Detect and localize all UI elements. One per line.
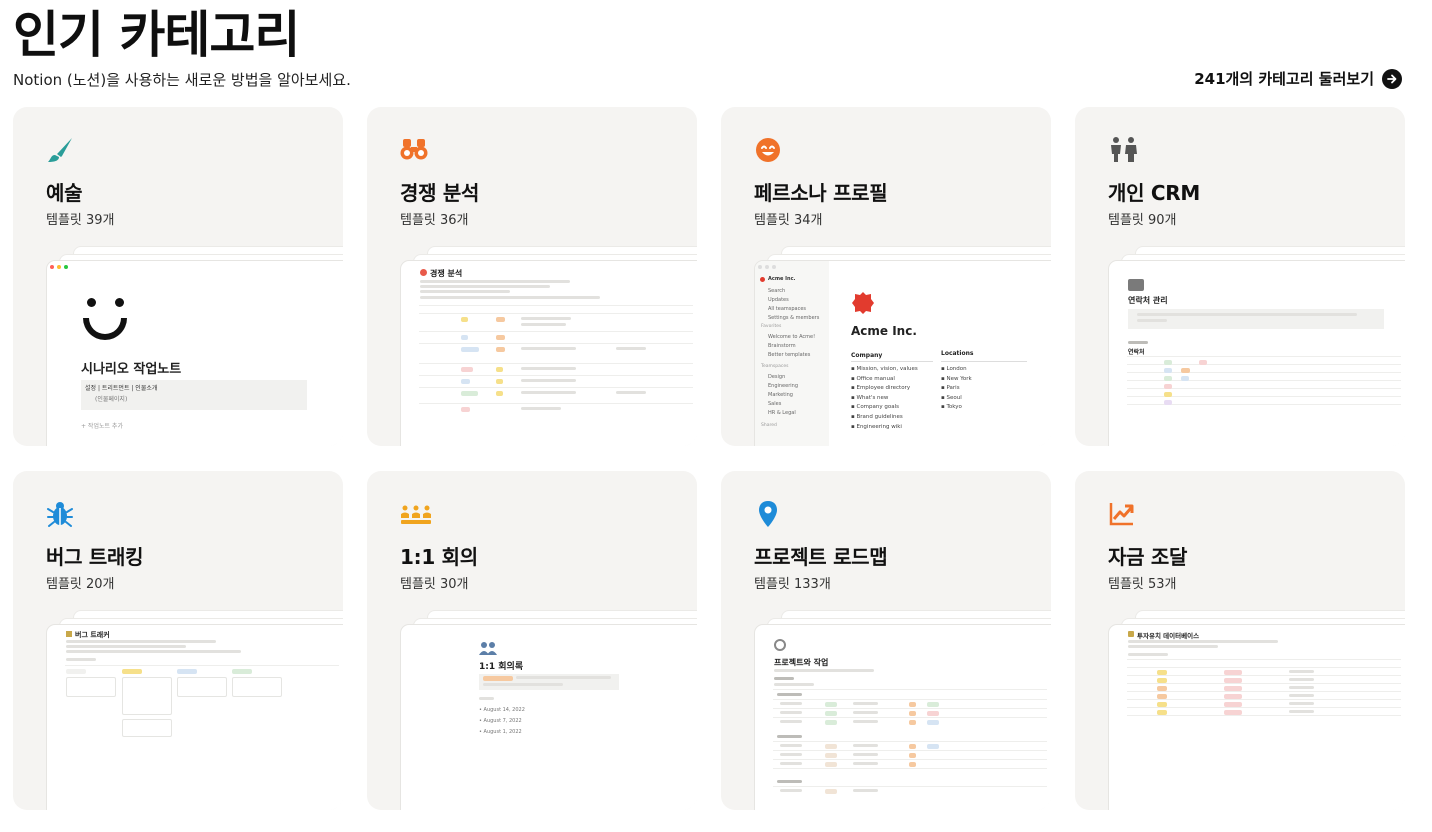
preview-heading: 시나리오 작업노트 <box>81 362 182 377</box>
list-item: Brainstorm <box>768 343 796 349</box>
list-item: Settings & members <box>768 315 820 321</box>
list-item: ▪ Company goals <box>851 404 900 411</box>
list-item: ▪ Engineering wiki <box>851 423 902 430</box>
list-item: All teamspaces <box>768 306 807 312</box>
template-preview: 투자유치 데이터베이스 <box>1108 624 1405 810</box>
card-title: 페르소나 프로필 <box>754 181 888 205</box>
category-card-competitive-analysis[interactable]: 경쟁 분석 템플릿 36개 경쟁 분석 <box>367 107 697 446</box>
bug-icon <box>46 500 74 528</box>
list-item: ▪ Brand guidelines <box>851 413 903 420</box>
category-card-one-on-one[interactable]: 1:1 회의 템플릿 30개 1:1 회의록 • August 14, 2022… <box>367 471 697 810</box>
list-item: Updates <box>768 297 789 303</box>
category-card-art[interactable]: 예술 템플릿 39개 시나리오 작업노트 설정 | 트리트먼트 | 인물소개 (… <box>13 107 343 446</box>
category-card-personal-crm[interactable]: 개인 CRM 템플릿 90개 연락처 관리 연락처 <box>1075 107 1405 446</box>
list-item: ▪ Seoul <box>941 394 962 401</box>
list-item: Engineering <box>768 383 798 389</box>
category-card-fundraising[interactable]: 자금 조달 템플릿 53개 투자유치 데이터베이스 <box>1075 471 1405 810</box>
card-title: 예술 <box>46 181 83 205</box>
card-title: 자금 조달 <box>1108 545 1188 569</box>
template-preview: 버그 트래커 <box>46 624 343 810</box>
card-title: 개인 CRM <box>1108 181 1200 205</box>
category-grid: 예술 템플릿 39개 시나리오 작업노트 설정 | 트리트먼트 | 인물소개 (… <box>13 107 1405 810</box>
card-template-count: 템플릿 36개 <box>400 213 469 228</box>
arrow-right-icon <box>1382 68 1402 89</box>
list-item: Search <box>768 288 786 294</box>
group-icon <box>400 500 431 528</box>
card-template-count: 템플릿 90개 <box>1108 213 1177 228</box>
page-subtitle: Notion (노션)을 사용하는 새로운 방법을 알아보세요. <box>13 71 351 89</box>
list-item: HR & Legal <box>768 410 796 416</box>
card-title: 프로젝트 로드맵 <box>754 545 888 569</box>
card-template-count: 템플릿 20개 <box>46 577 115 592</box>
list-item: Better templates <box>768 352 811 358</box>
card-template-count: 템플릿 30개 <box>400 577 469 592</box>
list-item: ▪ Employee directory <box>851 385 911 392</box>
people-icon <box>1108 136 1137 164</box>
chart-up-icon <box>1108 500 1136 528</box>
smiley-face-icon <box>754 136 782 164</box>
card-template-count: 템플릿 53개 <box>1108 577 1177 592</box>
binoculars-icon <box>400 136 428 164</box>
category-card-persona-profile[interactable]: 페르소나 프로필 템플릿 34개 Acme Inc. Search Updates… <box>721 107 1051 446</box>
list-item: ▪ What's new <box>851 394 889 401</box>
red-seal-icon <box>851 291 875 317</box>
card-template-count: 템플릿 39개 <box>46 213 115 228</box>
list-item: ▪ London <box>941 366 967 372</box>
list-item: ▪ Office manual <box>851 375 895 382</box>
template-preview: Acme Inc. Search Updates All teamspaces Set… <box>754 260 1051 446</box>
list-item: • August 1, 2022 <box>479 729 522 735</box>
card-template-count: 템플릿 133개 <box>754 577 831 592</box>
list-item: • August 7, 2022 <box>479 718 522 724</box>
list-item: ▪ Paris <box>941 385 960 392</box>
template-preview: 연락처 관리 연락처 <box>1108 260 1405 446</box>
browse-categories-link[interactable]: 241개의 카테고리 둘러보기 <box>1194 68 1402 89</box>
list-item: ▪ New York <box>941 375 972 382</box>
list-item: Sales <box>768 401 782 407</box>
card-title: 1:1 회의 <box>400 545 478 569</box>
paintbrush-icon <box>46 136 74 164</box>
category-card-bug-tracking[interactable]: 버그 트래킹 템플릿 20개 버그 트래커 <box>13 471 343 810</box>
list-item: Design <box>768 374 786 380</box>
list-item: ▪ Tokyo <box>941 404 962 411</box>
list-item: Marketing <box>768 392 793 398</box>
sidebar-nav: Search Updates All teamspaces Settings & me… <box>768 287 819 323</box>
browse-categories-label: 241개의 카테고리 둘러보기 <box>1194 70 1374 88</box>
page-title: 인기 카테고리 <box>13 6 300 64</box>
list-item: ▪ Mission, vision, values <box>851 366 918 372</box>
list-item: Welcome to Acme! <box>768 334 816 340</box>
list-item: • August 14, 2022 <box>479 707 525 713</box>
card-template-count: 템플릿 34개 <box>754 213 823 228</box>
map-pin-icon <box>754 500 782 528</box>
card-title: 경쟁 분석 <box>400 181 480 205</box>
template-preview: 시나리오 작업노트 설정 | 트리트먼트 | 인물소개 (인물페이지) + 작업… <box>46 260 343 446</box>
template-preview: 프로젝트와 작업 <box>754 624 1051 810</box>
template-preview: 경쟁 분석 <box>400 260 697 446</box>
category-card-project-roadmap[interactable]: 프로젝트 로드맵 템플릿 133개 프로젝트와 작업 <box>721 471 1051 810</box>
card-title: 버그 트래킹 <box>46 545 144 569</box>
template-preview: 1:1 회의록 • August 14, 2022 • August 7, 202… <box>400 624 697 810</box>
people-icon <box>479 641 497 657</box>
